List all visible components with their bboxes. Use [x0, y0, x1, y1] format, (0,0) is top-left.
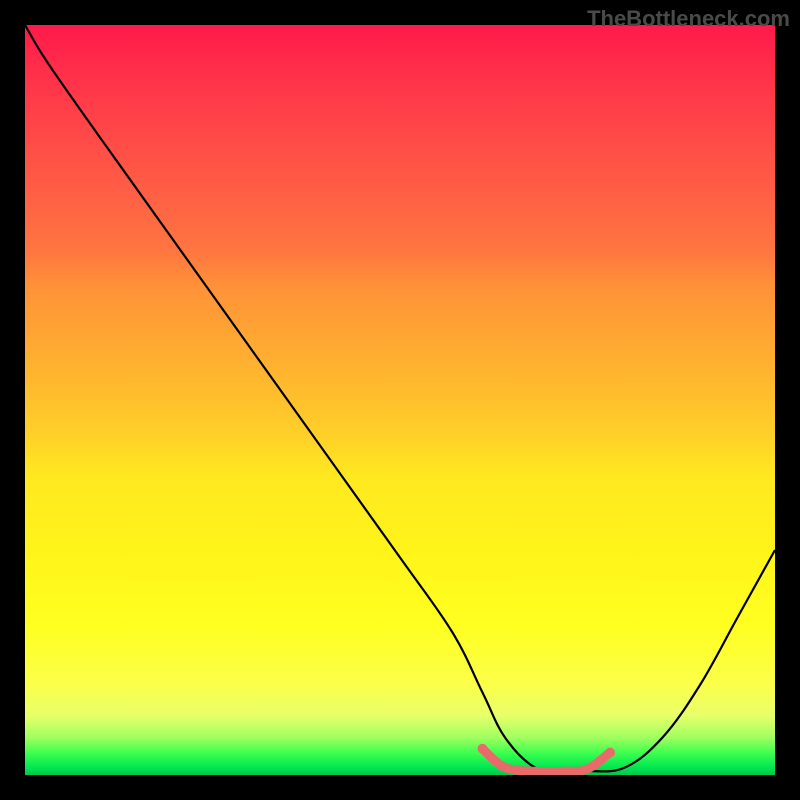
bottleneck-curve-path: [25, 25, 775, 772]
optimal-range-end-dot: [605, 748, 615, 758]
optimal-range-start-dot: [478, 744, 488, 754]
watermark-text: TheBottleneck.com: [587, 6, 790, 32]
chart-plot-area: [25, 25, 775, 775]
chart-svg: [25, 25, 775, 775]
optimal-range-path: [483, 749, 611, 772]
